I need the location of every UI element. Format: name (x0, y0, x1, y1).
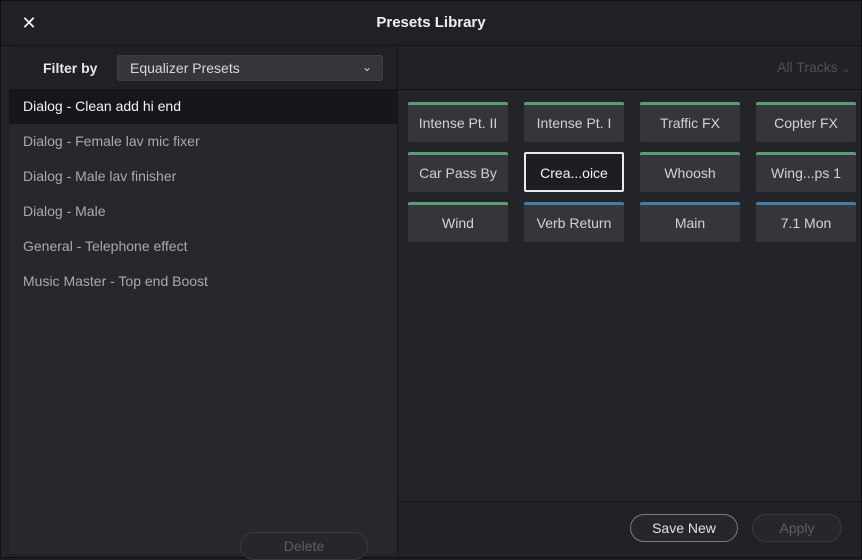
track-tile-label: Wind (442, 215, 474, 231)
track-color-strip (524, 202, 624, 205)
track-color-strip (408, 152, 508, 155)
title-bar: ✕ Presets Library (1, 1, 861, 46)
track-tile-label: Car Pass By (419, 165, 497, 181)
track-color-strip (408, 202, 508, 205)
track-color-strip (640, 152, 740, 155)
preset-list-item[interactable]: Music Master - Top end Boost (9, 264, 397, 299)
track-color-strip (640, 102, 740, 105)
track-tile-label: Crea...oice (540, 165, 608, 181)
track-tile[interactable]: Crea...oice (524, 152, 624, 192)
preset-list-item[interactable]: Dialog - Male (9, 194, 397, 229)
track-tile-label: Copter FX (774, 115, 838, 131)
track-tile-label: Intense Pt. I (536, 115, 612, 131)
track-color-strip (524, 102, 624, 105)
track-tile-label: Wing...ps 1 (770, 165, 842, 181)
save-new-button[interactable]: Save New (630, 514, 738, 542)
track-tile[interactable]: Car Pass By (408, 152, 508, 192)
track-color-strip (408, 102, 508, 105)
preset-list-item[interactable]: Dialog - Female lav mic fixer (9, 124, 397, 159)
tracks-bar: All Tracks ⌄ (398, 47, 861, 90)
filter-label: Filter by (43, 60, 98, 76)
chevron-down-icon: ⌄ (361, 60, 372, 74)
track-color-strip (756, 202, 856, 205)
presets-library-window: ✕ Presets Library Filter by Equalizer Pr… (0, 0, 862, 560)
filter-bar: Filter by Equalizer Presets ⌄ (9, 47, 397, 90)
track-tile-label: Intense Pt. II (418, 115, 498, 131)
track-tile-label: Whoosh (664, 165, 716, 181)
track-tile[interactable]: Wing...ps 1 (756, 152, 856, 192)
track-tile[interactable]: Intense Pt. II (408, 102, 508, 142)
tracks-select-value: All Tracks (777, 59, 838, 75)
preset-list-item[interactable]: Dialog - Male lav finisher (9, 159, 397, 194)
track-tile[interactable]: Verb Return (524, 202, 624, 242)
track-tile-label: Traffic FX (660, 115, 720, 131)
window-title: Presets Library (376, 14, 486, 31)
track-tile-label: Verb Return (536, 215, 612, 231)
track-tile[interactable]: Main (640, 202, 740, 242)
track-color-strip (756, 102, 856, 105)
track-tile-label: Main (674, 215, 706, 231)
track-tile[interactable]: Whoosh (640, 152, 740, 192)
apply-button[interactable]: Apply (752, 514, 842, 542)
preset-list: Dialog - Clean add hi end Dialog - Female… (9, 89, 397, 299)
presets-list-panel: Filter by Equalizer Presets ⌄ Dialog - C… (9, 47, 398, 560)
right-footer: Save New Apply (398, 501, 861, 554)
preset-list-item[interactable]: Dialog - Clean add hi end (9, 89, 397, 124)
track-tile-label: 7.1 Mon (780, 215, 832, 231)
track-tile-grid: Intense Pt. II Intense Pt. I Traffic FX Cop… (408, 102, 856, 242)
filter-select[interactable]: Equalizer Presets ⌄ (117, 55, 383, 81)
track-tile[interactable]: Copter FX (756, 102, 856, 142)
track-tile[interactable]: Traffic FX (640, 102, 740, 142)
tracks-panel: All Tracks ⌄ Intense Pt. II Intense Pt. I T… (398, 47, 861, 554)
track-tile[interactable]: Wind (408, 202, 508, 242)
tracks-select[interactable]: All Tracks ⌄ (777, 59, 851, 75)
preset-list-item[interactable]: General - Telephone effect (9, 229, 397, 264)
filter-select-value: Equalizer Presets (130, 60, 240, 76)
chevron-down-icon: ⌄ (841, 63, 851, 75)
delete-button[interactable]: Delete (240, 532, 368, 560)
track-tile[interactable]: 7.1 Mon (756, 202, 856, 242)
track-color-strip (640, 202, 740, 205)
track-color-strip (756, 152, 856, 155)
track-tile[interactable]: Intense Pt. I (524, 102, 624, 142)
